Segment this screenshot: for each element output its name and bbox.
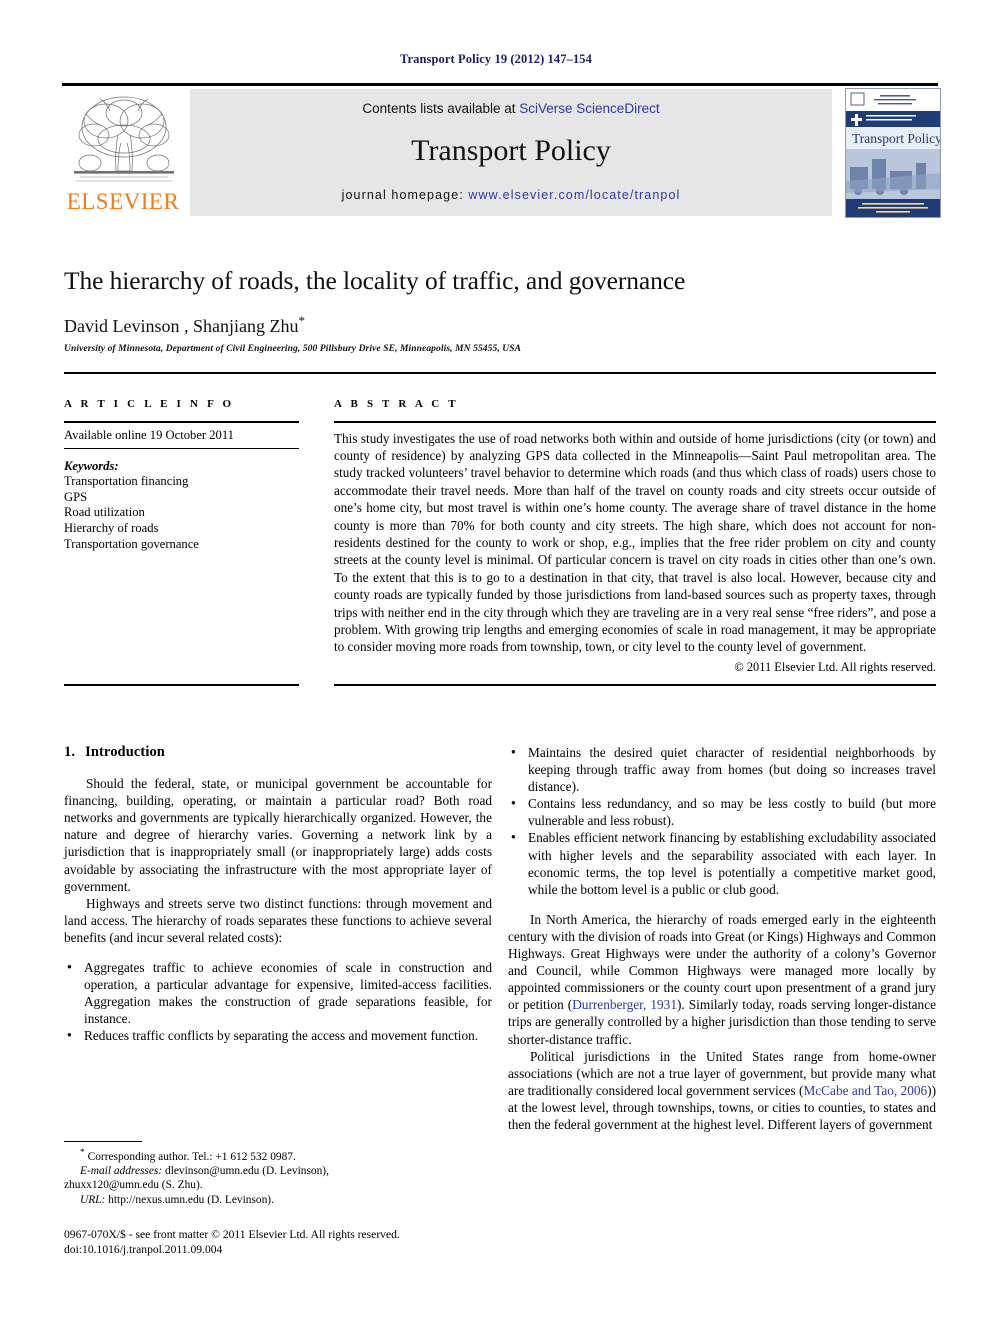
keyword-item: Hierarchy of roads	[64, 520, 159, 535]
benefits-list-left: Aggregates traffic to achieve economies …	[64, 958, 492, 1044]
footnote-marker: *	[80, 1148, 85, 1158]
corresponding-author-marker: *	[298, 313, 305, 328]
list-item: Enables efficient network financing by e…	[508, 828, 936, 897]
sciencedirect-link[interactable]: SciVerse ScienceDirect	[519, 101, 659, 116]
url-label: URL:	[80, 1193, 106, 1206]
info-bottom-rule-right	[334, 684, 936, 686]
email-line-1[interactable]: dlevinson@umn.edu (D. Levinson),	[165, 1165, 329, 1177]
benefits-list-right: Maintains the desired quiet character of…	[508, 743, 936, 898]
elsevier-wordmark: ELSEVIER	[66, 189, 180, 214]
section-heading-introduction: 1. Introduction	[64, 744, 492, 761]
footnote-separator-rule	[64, 1141, 142, 1143]
article-info-rule	[64, 421, 299, 423]
section-number: 1.	[64, 744, 76, 760]
abstract-heading: A B S T R A C T	[334, 398, 459, 410]
keyword-item: Transportation governance	[64, 536, 199, 551]
elsevier-logo: ELSEVIER	[62, 89, 182, 216]
paragraph: Should the federal, state, or municipal …	[64, 776, 492, 894]
citation-link-durrenberger[interactable]: Durrenberger, 1931	[572, 997, 677, 1012]
email-note: E-mail addresses: dlevinson@umn.edu (D. …	[64, 1164, 494, 1178]
keywords-label: Keywords:	[64, 459, 119, 474]
svg-text:Transport Policy: Transport Policy	[852, 131, 940, 146]
running-head: Transport Policy 19 (2012) 147–154	[399, 52, 593, 66]
url-value[interactable]: http://nexus.umn.edu (D. Levinson).	[108, 1194, 274, 1206]
keyword-item: GPS	[64, 489, 88, 504]
paragraph: Highways and streets serve two distinct …	[64, 895, 492, 945]
journal-homepage-line: journal homepage: www.elsevier.com/locat…	[190, 188, 832, 202]
authors-names: David Levinson , Shanjiang Zhu	[64, 316, 299, 336]
issn-front-matter: 0967-070X/$ - see front matter © 2011 El…	[64, 1228, 400, 1241]
keyword-item: Transportation financing	[64, 474, 189, 489]
email-label: E-mail addresses:	[80, 1165, 163, 1178]
abstract-copyright: © 2011 Elsevier Ltd. All rights reserved…	[734, 659, 936, 674]
article-info-heading: A R T I C L E I N F O	[64, 398, 235, 410]
corresponding-author-text: Corresponding author. Tel.: +1 612 532 0…	[87, 1150, 296, 1163]
masthead-top-rule	[62, 83, 938, 86]
abstract-column: A B S T R A C T This study investigates …	[334, 398, 936, 675]
abstract-text: This study investigates the use of road …	[334, 430, 936, 655]
keyword-item: Road utilization	[64, 505, 145, 520]
paper-page: Transport Policy 19 (2012) 147–154 ELSEV…	[0, 0, 992, 1323]
contents-prefix: Contents lists available at	[362, 101, 520, 116]
list-item: Reduces traffic conflicts by separating …	[64, 1026, 492, 1044]
info-block-top-rule	[64, 372, 936, 374]
info-bottom-rule-left	[64, 684, 299, 686]
available-rule	[64, 447, 299, 450]
journal-homepage-link[interactable]: www.elsevier.com/locate/tranpol	[468, 188, 680, 202]
list-item: Contains less redundancy, and so may be …	[508, 794, 936, 829]
list-item: Maintains the desired quiet character of…	[508, 743, 936, 795]
url-note: URL: http://nexus.umn.edu (D. Levinson).	[64, 1193, 494, 1207]
body-column-left: 1. Introduction Should the federal, state…	[64, 744, 492, 1045]
available-online-date: Available online 19 October 2011	[64, 427, 234, 442]
citation-link-mccabe-tao[interactable]: McCabe and Tao, 2006	[803, 1083, 927, 1098]
paragraph-political-jurisdictions: Political jurisdictions in the United St…	[508, 1048, 936, 1133]
footnote-block: * Corresponding author. Tel.: +1 612 532…	[64, 1146, 494, 1207]
homepage-prefix: journal homepage:	[341, 188, 469, 202]
article-info-column: A R T I C L E I N F O Available online 1…	[64, 398, 299, 552]
section-title-text: Introduction	[85, 744, 165, 760]
journal-header-band: Contents lists available at SciVerse Sci…	[190, 89, 832, 216]
doi-line: doi:10.1016/j.tranpol.2011.09.004	[64, 1242, 223, 1256]
elsevier-tree-icon	[70, 91, 178, 187]
imprint-block: 0967-070X/$ - see front matter © 2011 El…	[64, 1228, 494, 1257]
paragraph-north-america: In North America, the hierarchy of roads…	[508, 911, 936, 1048]
contents-list-line: Contents lists available at SciVerse Sci…	[190, 101, 832, 116]
journal-title: Transport Policy	[411, 134, 611, 167]
author-affiliation: University of Minnesota, Department of C…	[64, 344, 522, 354]
journal-cover-thumbnail: Transport Policy	[845, 88, 941, 218]
email-line-2[interactable]: zhuxx120@umn.edu (S. Zhu).	[64, 1178, 494, 1192]
journal-masthead: ELSEVIER Contents lists available at Sci…	[62, 83, 941, 218]
article-authors: David Levinson , Shanjiang Zhu*	[64, 313, 934, 337]
list-item: Aggregates traffic to achieve economies …	[64, 958, 492, 1027]
body-column-right: Maintains the desired quiet character of…	[508, 743, 936, 1133]
corresponding-author-note: * Corresponding author. Tel.: +1 612 532…	[64, 1146, 494, 1164]
abstract-rule	[334, 421, 936, 423]
article-title: The hierarchy of roads, the locality of …	[64, 266, 686, 295]
